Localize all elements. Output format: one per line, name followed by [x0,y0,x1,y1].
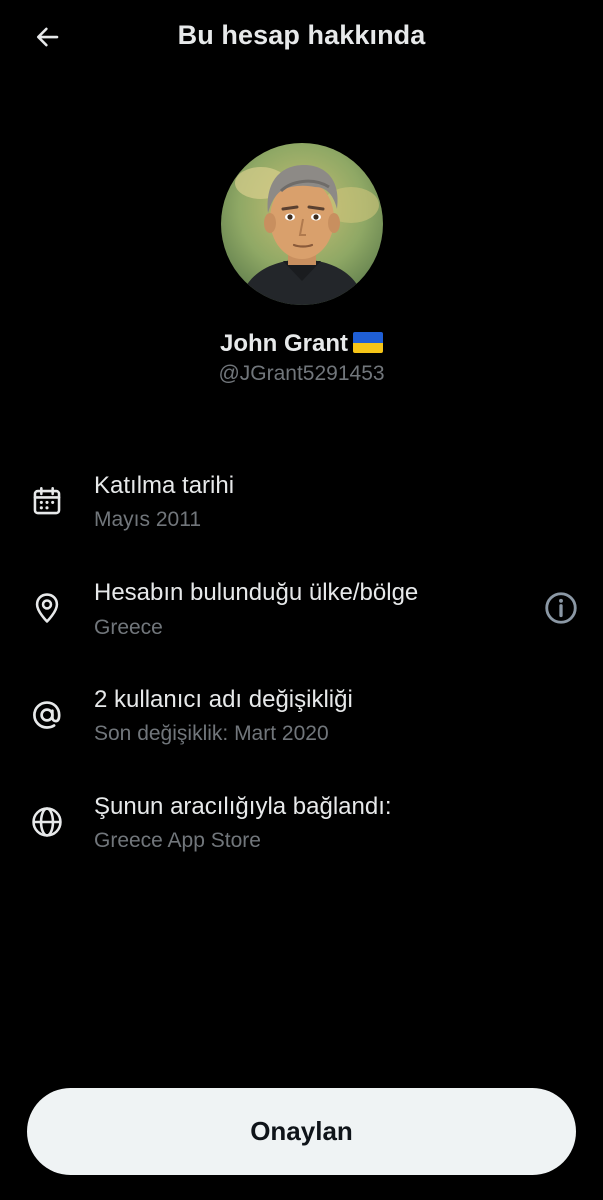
calendar-icon [28,482,66,520]
ukraine-flag-icon [353,332,383,353]
profile-name-row: John Grant [0,330,603,358]
account-location-label: Hesabın bulunduğu ülke/bölge [94,579,419,606]
globe-icon [28,803,66,841]
confirm-button[interactable]: Onaylan [27,1088,576,1175]
account-location-value: Greece [94,616,163,639]
profile-handle: @JGrant5291453 [218,362,385,385]
location-pin-icon [28,589,66,627]
avatar-illustration [221,143,383,305]
profile-avatar[interactable] [221,143,383,305]
username-changes-label: 2 kullanıcı adı değişikliği [94,686,353,713]
page-title: Bu hesap hakkında [177,20,426,50]
location-info-button[interactable] [541,588,581,628]
connected-via-label: Şunun aracılığıyla bağlandı: [94,793,392,820]
joined-date-value: Mayıs 2011 [94,508,201,531]
connected-via-value: Greece App Store [94,829,261,852]
username-changes-value: Son değişiklik: Mart 2020 [94,722,329,745]
username-changes-row: 2 kullanıcı adı değişikliği Son değişikl… [0,682,603,762]
connected-via-row: Şunun aracılığıyla bağlandı: Greece App … [0,789,603,869]
at-sign-icon [28,696,66,734]
joined-date-row: Katılma tarihi Mayıs 2011 [0,468,603,548]
account-location-row: Hesabın bulunduğu ülke/bölge Greece [0,575,603,655]
profile-name: John Grant [219,330,348,357]
joined-date-label: Katılma tarihi [94,472,235,499]
top-bar: Bu hesap hakkında [0,0,603,76]
info-circle-icon [545,592,577,624]
